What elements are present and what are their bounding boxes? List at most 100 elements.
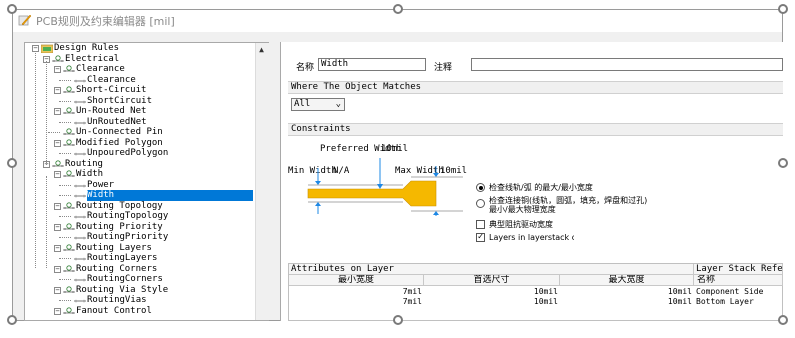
tree-item[interactable]: Un-Routed Net	[76, 106, 146, 117]
tree-guide-line	[46, 61, 47, 165]
tree-item[interactable]: RoutingTopology	[87, 211, 168, 222]
check-trace-width-radio[interactable]	[476, 183, 485, 192]
rule-icon	[74, 257, 86, 261]
cell-pref[interactable]: 10mil	[424, 287, 558, 297]
rule-category-icon	[63, 222, 75, 230]
resize-handle-top-left[interactable]	[7, 4, 17, 14]
tree-scrollbar[interactable]	[255, 43, 269, 320]
rule-category-icon	[63, 86, 75, 93]
rule-category-icon	[63, 243, 75, 251]
where-select-value: All	[294, 99, 311, 109]
tree-item[interactable]: Clearance	[76, 64, 125, 75]
name-field[interactable]: Width	[318, 58, 426, 71]
tree-expander-icon[interactable]: −	[54, 139, 61, 147]
tree-connector	[59, 153, 71, 154]
tree-expander-icon[interactable]: −	[54, 66, 61, 73]
tree-item[interactable]: UnpouredPolygon	[87, 148, 168, 159]
tree-item[interactable]: Routing Corners	[76, 264, 157, 275]
impedance-driven-checkbox[interactable]	[476, 220, 485, 229]
cell-pref[interactable]: 10mil	[424, 297, 558, 307]
tree-connector	[59, 184, 71, 186]
check-copper-width-radio[interactable]	[476, 199, 485, 208]
tree-item[interactable]: Width	[76, 169, 103, 180]
col-preferred-width[interactable]: 首选尺寸	[424, 275, 560, 286]
tree-item[interactable]: Short-Circuit	[76, 85, 146, 96]
tree-expander-icon[interactable]: −	[54, 286, 61, 294]
window-title: PCB规则及约束编辑器 [mil]	[36, 15, 175, 28]
tree-expander-icon[interactable]: −	[54, 202, 61, 210]
tree-item[interactable]: Electrical	[65, 54, 119, 65]
tree-item[interactable]: RoutingVias	[87, 295, 147, 306]
tree-item[interactable]: Modified Polygon	[76, 138, 163, 149]
tree-connector	[59, 195, 71, 196]
rule-category-icon	[63, 107, 75, 114]
rule-icon	[74, 236, 86, 240]
tree-expander-icon[interactable]: −	[54, 265, 61, 273]
where-select[interactable]: All ⌄	[291, 98, 345, 111]
tree-expander-icon[interactable]: −	[54, 171, 61, 178]
scroll-up-icon[interactable]: ▲	[255, 43, 268, 56]
cell-min[interactable]: 7mil	[289, 287, 422, 297]
resize-handle-top-right[interactable]	[778, 4, 788, 14]
rule-category-icon	[63, 285, 75, 293]
col-max-width[interactable]: 最大宽度	[560, 275, 694, 286]
rule-category-icon	[52, 159, 64, 167]
constraints-header: Constraints	[288, 123, 783, 136]
rule-category-icon	[52, 54, 64, 62]
cell-layer: Bottom Layer	[696, 297, 754, 306]
rule-category-icon	[63, 306, 75, 314]
tree-item[interactable]: Width	[87, 190, 253, 201]
resize-handle-top[interactable]	[393, 4, 403, 14]
col-min-width[interactable]: 最小宽度	[289, 275, 424, 286]
tree-connector	[59, 79, 71, 81]
layerstack-only-label: Layers in layerstack only	[489, 233, 574, 242]
folder-icon	[41, 44, 53, 53]
preferred-width-value[interactable]: 10mil	[381, 144, 408, 154]
tree-item[interactable]: Un-Connected Pin	[76, 127, 163, 138]
tree-connector	[59, 237, 71, 238]
tree-expander-icon[interactable]: −	[54, 244, 61, 252]
tree-item[interactable]: Routing Layers	[76, 243, 152, 254]
tree-item[interactable]: RoutingLayers	[87, 253, 157, 264]
tree-item[interactable]: Design Rules	[54, 43, 119, 54]
name-label: 名称	[296, 63, 315, 73]
cell-min[interactable]: 7mil	[289, 297, 422, 307]
resize-handle-right[interactable]	[778, 158, 788, 168]
tree-item[interactable]: Clearance	[87, 75, 136, 86]
resize-handle-bottom[interactable]	[393, 315, 403, 325]
rule-icon	[74, 194, 86, 198]
check-copper-width-label-2: 最小/最大物理宽度	[489, 205, 556, 214]
cell-max[interactable]: 10mil	[560, 297, 692, 307]
impedance-driven-label: 典型阻抗驱动宽度	[489, 220, 553, 229]
tree-item[interactable]: Routing	[65, 159, 103, 170]
col-layer-name[interactable]: 名称	[694, 275, 783, 286]
tree-item[interactable]: Fanout Control	[76, 306, 152, 317]
rule-icon	[74, 215, 86, 219]
check-copper-width-label-1: 检查连接铜(线轨，圆弧，填充，焊盘和过孔)	[489, 196, 648, 205]
tree-item[interactable]: ShortCircuit	[87, 96, 152, 107]
tree-expander-icon[interactable]: −	[54, 307, 61, 315]
tree-item[interactable]: UnRoutedNet	[87, 117, 147, 128]
tree-item[interactable]: RoutingPriority	[87, 232, 168, 243]
attributes-header: Attributes on Layer	[289, 264, 694, 275]
tree-expander-icon[interactable]: −	[54, 223, 61, 231]
tree-item[interactable]: Routing Via Style	[76, 285, 168, 296]
tree-item[interactable]: RoutingCorners	[87, 274, 163, 285]
rule-category-icon	[63, 138, 75, 146]
resize-handle-left[interactable]	[7, 158, 17, 168]
rule-icon	[74, 152, 86, 156]
resize-handle-bottom-left[interactable]	[7, 315, 17, 325]
tree-item[interactable]: Power	[87, 180, 114, 191]
resize-handle-bottom-right[interactable]	[778, 315, 788, 325]
chevron-down-icon: ⌄	[335, 99, 341, 109]
tree-expander-icon[interactable]: −	[54, 108, 61, 115]
rule-icon	[74, 299, 86, 303]
tree-item[interactable]: Routing Priority	[76, 222, 163, 233]
cell-max[interactable]: 10mil	[560, 287, 692, 297]
tree-expander-icon[interactable]: −	[54, 87, 61, 94]
cell-layer: Component Side	[696, 287, 764, 296]
tree-connector	[48, 132, 60, 133]
layerstack-only-checkbox[interactable]: ✓	[476, 233, 485, 242]
comment-field[interactable]	[471, 58, 783, 71]
tree-item[interactable]: Routing Topology	[76, 201, 163, 212]
